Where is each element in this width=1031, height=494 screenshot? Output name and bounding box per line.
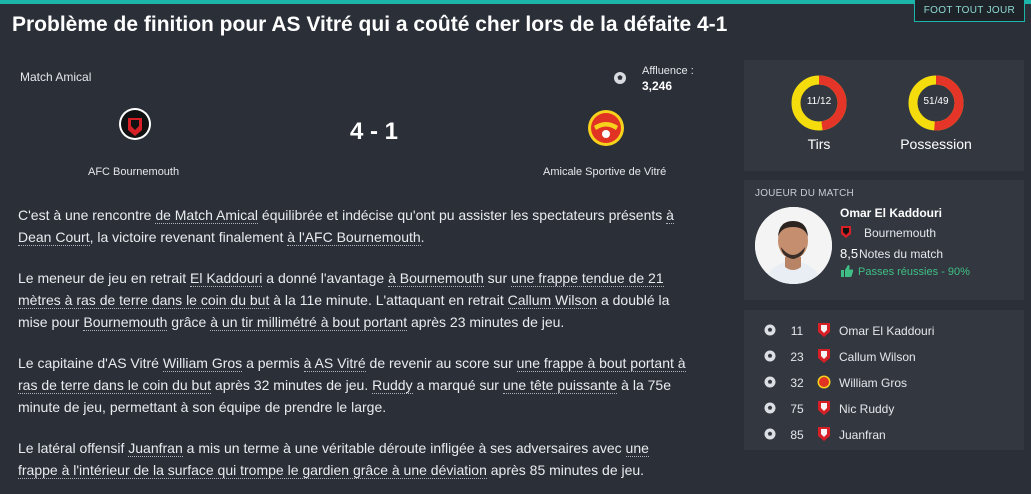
motm-title: JOUEUR DU MATCH xyxy=(755,188,854,199)
goal-description-link[interactable]: mètres à ras de terre dans le coin du bu… xyxy=(18,292,270,309)
goal-description-link[interactable]: une frappe à bout portant à xyxy=(516,355,686,372)
report-paragraph-3: Le capitaine d'AS Vitré William Gros a p… xyxy=(18,355,686,415)
team-link[interactable]: à l'AFC Bournemouth xyxy=(287,229,421,246)
bournemouth-crest-icon xyxy=(841,226,851,238)
ball-icon xyxy=(764,376,776,388)
player-link[interactable]: William Gros xyxy=(162,355,243,372)
report-paragraph-4: Le latéral offensif Juanfran a mis un te… xyxy=(18,440,649,479)
team-link[interactable]: Bournemouth xyxy=(83,314,168,331)
stadium-link[interactable]: Dean Court xyxy=(18,229,90,246)
motm-highlight-stat: Passes réussies - 90% xyxy=(858,266,970,278)
goal-description-link[interactable]: à un tir millimétré à bout portant xyxy=(210,314,408,331)
vitre-crest-icon[interactable] xyxy=(586,108,626,148)
match-report: C'est à une rencontre de Match Amical éq… xyxy=(18,204,723,494)
ball-icon xyxy=(614,72,626,84)
page-title: Problème de finition pour AS Vitré qui a… xyxy=(12,13,728,36)
bournemouth-crest-icon xyxy=(818,349,830,363)
thumbs-up-icon xyxy=(841,265,854,277)
motm-rating: 8,5 xyxy=(840,246,859,261)
motm-club[interactable]: Bournemouth xyxy=(864,226,936,240)
ball-icon xyxy=(764,428,776,440)
motm-player-name[interactable]: Omar El Kaddouri xyxy=(840,206,942,220)
team-link[interactable]: à Bournemouth xyxy=(388,270,484,287)
goal-minute: 32 xyxy=(790,376,804,390)
report-paragraph-1: C'est à une rencontre de Match Amical éq… xyxy=(18,207,674,246)
goal-scorers-panel: 11 Omar El Kaddouri 23 Callum Wilson 32 … xyxy=(744,310,1024,450)
player-link[interactable]: Callum Wilson xyxy=(507,292,598,309)
bournemouth-crest-icon[interactable] xyxy=(118,106,152,142)
match-score: 4 - 1 xyxy=(349,118,399,145)
goal-scorer[interactable]: Omar El Kaddouri xyxy=(839,324,934,338)
goal-description-link[interactable]: ras de terre dans le coin du but xyxy=(18,377,212,394)
goal-row[interactable]: 32 William Gros xyxy=(744,370,1024,396)
player-of-match-panel[interactable]: JOUEUR DU MATCH Omar El Kaddouri Bournem… xyxy=(744,180,1024,300)
away-team-name[interactable]: Amicale Sportive de Vitré xyxy=(543,166,666,178)
match-type: Match Amical xyxy=(20,70,92,84)
shots-value: 11/12 xyxy=(806,96,832,107)
ball-icon xyxy=(764,324,776,336)
goal-description-link[interactable]: une xyxy=(625,440,649,457)
player-link[interactable]: El Kaddouri xyxy=(190,270,263,287)
goal-scorer[interactable]: Callum Wilson xyxy=(839,350,916,364)
competition-link[interactable]: de Match Amical xyxy=(155,207,259,224)
player-link[interactable]: Juanfran xyxy=(128,440,183,457)
possession-value: 51/49 xyxy=(923,96,949,107)
goal-description-link[interactable]: une frappe tendue de 21 xyxy=(511,270,664,287)
ball-icon xyxy=(764,402,776,414)
goal-description-link[interactable]: frappe à l'intérieur de la surface qui t… xyxy=(18,462,487,479)
goal-row[interactable]: 85 Juanfran xyxy=(744,422,1024,448)
player-link[interactable]: Ruddy xyxy=(372,377,413,394)
shots-label: Tirs xyxy=(807,136,831,152)
bournemouth-crest-icon xyxy=(818,427,830,441)
top-accent-bar xyxy=(0,0,1031,4)
category-tag[interactable]: FOOT TOUT JOUR xyxy=(913,0,1025,22)
ball-icon xyxy=(764,350,776,362)
bournemouth-crest-icon xyxy=(818,401,830,415)
vitre-crest-icon xyxy=(817,375,831,389)
goal-row[interactable]: 23 Callum Wilson xyxy=(744,344,1024,370)
attendance-value: 3,246 xyxy=(642,79,673,93)
goal-minute: 11 xyxy=(790,324,804,338)
match-stats-panel: 11/12 Tirs 51/49 Possession xyxy=(744,60,1024,171)
avatar[interactable] xyxy=(755,207,832,284)
goal-row[interactable]: 75 Nic Ruddy xyxy=(744,396,1024,422)
possession-label: Possession xyxy=(900,136,972,152)
home-team-name[interactable]: AFC Bournemouth xyxy=(88,166,179,178)
bournemouth-crest-icon xyxy=(818,323,830,337)
motm-rating-label: Notes du match xyxy=(859,247,944,261)
goal-row[interactable]: 11 Omar El Kaddouri xyxy=(744,318,1024,344)
goal-description-link[interactable]: une tête puissante xyxy=(502,377,618,394)
team-link[interactable]: à AS Vitré xyxy=(303,355,366,372)
attendance-label: Affluence : xyxy=(642,65,694,77)
goal-scorer[interactable]: Nic Ruddy xyxy=(839,402,894,416)
goal-scorer[interactable]: Juanfran xyxy=(839,428,886,442)
goal-scorer[interactable]: William Gros xyxy=(839,376,907,390)
goal-minute: 85 xyxy=(790,428,804,442)
goal-minute: 23 xyxy=(790,350,804,364)
report-paragraph-2: Le meneur de jeu en retrait El Kaddouri … xyxy=(18,270,670,331)
goal-minute: 75 xyxy=(790,402,804,416)
